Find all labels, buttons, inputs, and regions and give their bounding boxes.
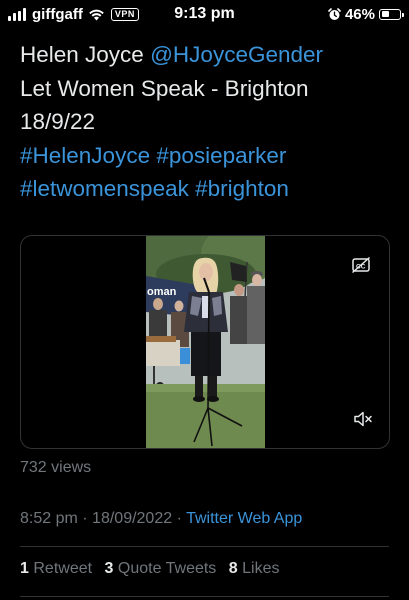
video-thumbnail: oman	[146, 236, 265, 448]
likes-stat[interactable]: 8 Likes	[229, 560, 280, 577]
retweets-stat[interactable]: 1 Retweet	[20, 560, 92, 577]
video-frame[interactable]: oman	[146, 236, 265, 448]
hashtag-helenjoyce-link[interactable]: #HelenJoyce	[20, 143, 150, 168]
tweet-date: 18/09/2022	[92, 510, 173, 527]
author-handle-link[interactable]: @HJoyceGender	[150, 42, 323, 67]
view-count: 732 views	[20, 459, 92, 476]
tweet-timestamp: 8:52 pm · 18/09/2022 · Twitter Web App	[20, 510, 302, 528]
banner-text: oman	[147, 286, 177, 298]
tweet-line-author: Helen Joyce @HJoyceGender	[20, 38, 400, 72]
hashtag-letwomenspeak-link[interactable]: #letwomenspeak	[20, 176, 189, 201]
retweets-count: 1	[20, 560, 29, 577]
likes-count: 8	[228, 560, 238, 577]
tweet-line-hashtags-2: #letwomenspeak #brighton	[20, 172, 400, 206]
tweet-line-date: 18/9/22	[20, 109, 96, 134]
video-player[interactable]: oman CC	[20, 235, 390, 449]
engagement-stats: 1 Retweet 3 Quote Tweets 8 Likes	[20, 560, 287, 578]
retweets-label: Retweet	[33, 560, 93, 577]
quote-tweets-count: 3	[104, 560, 114, 577]
alarm-icon	[328, 7, 341, 20]
quote-tweets-label: Quote Tweets	[117, 560, 217, 577]
tweet-line-event: Let Women Speak - Brighton	[20, 75, 309, 101]
battery-level	[381, 11, 390, 17]
quote-tweets-stat[interactable]: 3 Quote Tweets	[105, 560, 217, 577]
captions-off-icon[interactable]: CC	[351, 256, 371, 274]
source-app-link[interactable]: Twitter Web App	[186, 510, 302, 527]
hashtag-brighton-link[interactable]: #brighton	[195, 176, 289, 201]
separator: ·	[176, 510, 182, 527]
divider	[20, 596, 389, 597]
tweet-line-hashtags-1: #HelenJoyce #posieparker	[20, 139, 400, 173]
status-bar: giffgaff VPN 9:13 pm 46%	[0, 0, 409, 28]
author-name: Helen Joyce	[20, 42, 144, 67]
tweet-text: Helen Joyce @HJoyceGender Let Women Spea…	[20, 38, 400, 206]
separator: ·	[82, 510, 88, 527]
status-bar-right: 46%	[328, 5, 404, 23]
likes-label: Likes	[242, 560, 280, 577]
divider	[20, 546, 389, 547]
battery-percentage: 46%	[344, 5, 375, 23]
mute-icon[interactable]	[353, 410, 373, 428]
battery-icon	[379, 8, 404, 20]
hashtag-posieparker-link[interactable]: #posieparker	[156, 143, 286, 168]
tweet-time: 8:52 pm	[20, 510, 78, 527]
